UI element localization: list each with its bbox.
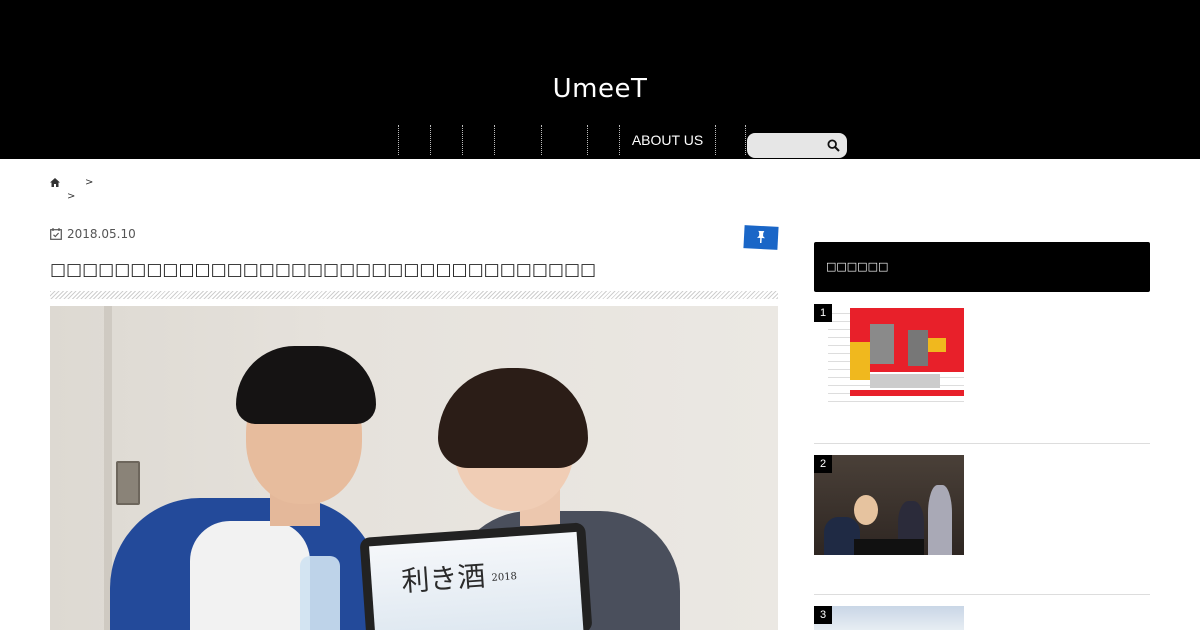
post-date: 2018.05.10 — [50, 227, 136, 241]
tablet-screen-year: 2018 — [491, 571, 518, 584]
schedule-block — [870, 324, 894, 364]
page-title: □□□□□□□□□□□□□□□□□□□□□□□□□□□□□□□□□□ — [50, 260, 597, 280]
schedule-block — [908, 330, 928, 366]
wall-outlet — [116, 461, 140, 505]
ranking-thumbnail[interactable] — [814, 304, 964, 404]
nav-item-2[interactable] — [430, 125, 462, 155]
search-input[interactable] — [747, 133, 847, 158]
rank-number: 1 — [814, 304, 832, 322]
nav-item-3[interactable] — [462, 125, 494, 155]
schedule-block — [850, 390, 964, 396]
ranking-divider — [814, 594, 1150, 595]
person-right-hair — [438, 368, 588, 468]
nav-item-about-us[interactable]: ABOUT US — [619, 125, 715, 155]
schedule-block — [870, 374, 940, 388]
thumb-person — [928, 485, 952, 555]
category-badge[interactable] — [743, 225, 779, 250]
ranking-divider — [814, 443, 1150, 444]
rank-number: 2 — [814, 455, 832, 473]
hero-image: 利き酒 2018 — [50, 306, 778, 630]
schedule-block — [928, 338, 946, 352]
nav-item-4[interactable] — [494, 125, 541, 155]
site-title[interactable]: UmeeT — [0, 74, 1200, 104]
ranking-thumbnail[interactable] — [814, 606, 964, 630]
nav-item-1[interactable] — [398, 125, 430, 155]
sidebar-heading: □□□□□□ — [814, 242, 1150, 292]
person-left-shirt — [190, 521, 310, 630]
tablet-screen: 利き酒 2018 — [369, 531, 584, 630]
sidebar-heading-label: □□□□□□ — [826, 260, 889, 273]
calendar-icon — [50, 228, 62, 240]
post-date-text: 2018.05.10 — [67, 227, 136, 241]
rank-number: 3 — [814, 606, 832, 624]
nav-item-8[interactable] — [715, 125, 746, 155]
search-icon[interactable] — [827, 139, 840, 152]
home-icon[interactable] — [50, 178, 60, 187]
breadcrumb-separator: > — [85, 177, 94, 188]
sake-bottle — [300, 556, 340, 630]
thumb-person — [854, 495, 878, 525]
site-header: UmeeT ABOUT US — [0, 0, 1200, 159]
pin-icon — [756, 230, 765, 244]
person-left-hair — [236, 346, 376, 424]
breadcrumb-separator: > — [67, 191, 76, 202]
nav-item-5[interactable] — [541, 125, 587, 155]
schedule-block — [850, 342, 870, 380]
tablet-device: 利き酒 2018 — [359, 522, 593, 630]
global-nav: ABOUT US — [398, 125, 746, 155]
title-divider — [50, 291, 778, 299]
nav-item-6[interactable] — [587, 125, 619, 155]
tablet-screen-title: 利き酒 — [400, 559, 487, 599]
ranking-thumbnail[interactable] — [814, 455, 964, 555]
thumb-table — [854, 539, 924, 555]
